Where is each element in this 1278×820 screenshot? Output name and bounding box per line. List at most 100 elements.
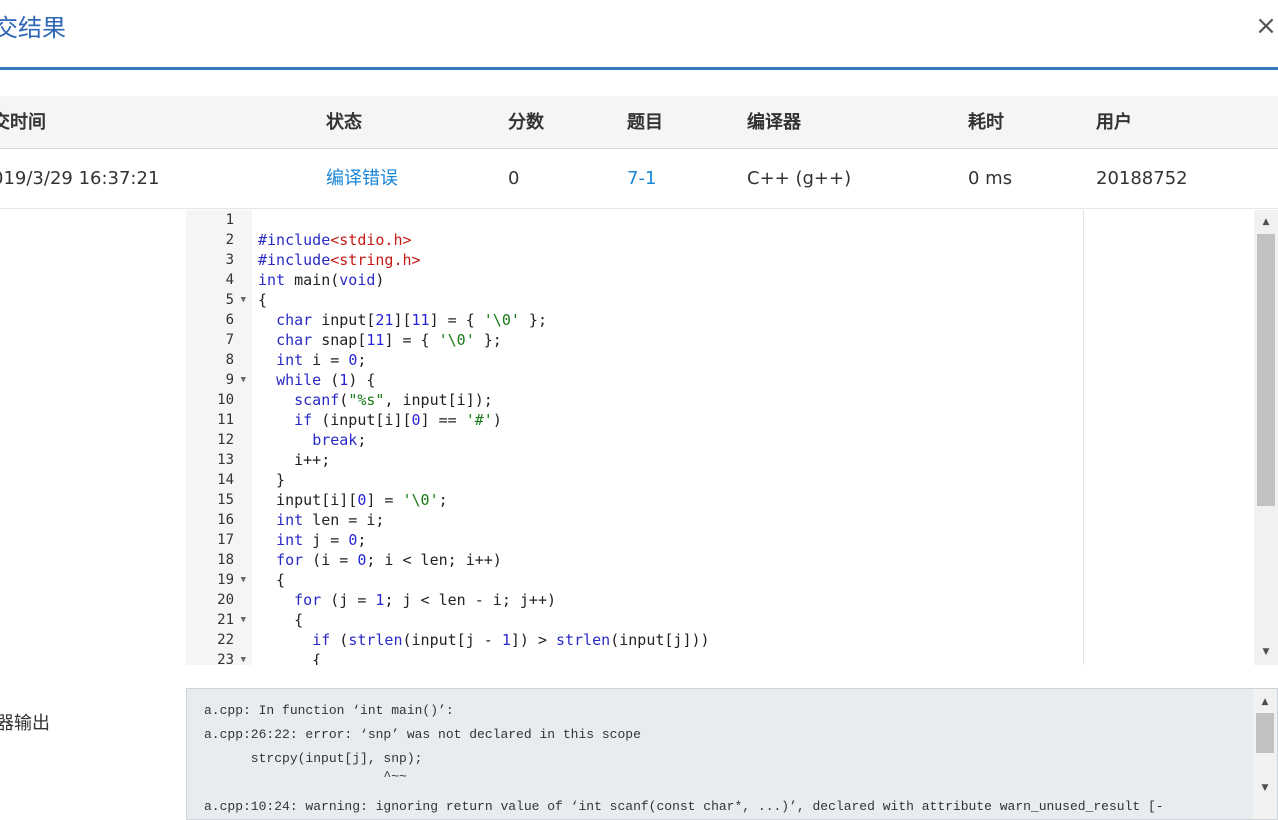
line-number-text: 1 xyxy=(225,212,234,228)
score: 0 xyxy=(508,168,520,189)
code-line: if (input[i][0] == '#') xyxy=(294,411,502,429)
scroll-down-icon[interactable]: ▼ xyxy=(1259,645,1273,659)
code-editor[interactable]: 1 2 3 4 5 ▼ 6 7 8 9 ▼ 10 11 12 13 14 15 16 17 18 19 ▼ 20 21 ▼ 22 2… xyxy=(186,210,1278,665)
output-scroll-up-icon[interactable]: ▲ xyxy=(1258,695,1272,709)
line-number-text: 6 xyxy=(225,312,234,328)
line-number: 3 xyxy=(186,250,252,270)
elapsed-time: 0 ms xyxy=(968,168,1013,189)
line-number: 21 ▼ xyxy=(186,610,252,630)
code-line: int len = i; xyxy=(276,511,385,529)
fold-arrow-icon[interactable]: ▼ xyxy=(241,370,246,390)
line-number-text: 12 xyxy=(217,432,234,448)
code-line: { xyxy=(258,571,286,589)
line-number: 11 xyxy=(186,410,252,430)
line-number: 18 xyxy=(186,550,252,570)
problem-link[interactable]: 7-1 xyxy=(627,149,656,209)
line-number-gutter: 1 2 3 4 5 ▼ 6 7 8 9 ▼ 10 11 12 13 14 15 16 17 18 19 ▼ 20 21 ▼ 22 2… xyxy=(186,210,252,665)
scroll-up-icon[interactable]: ▲ xyxy=(1259,215,1273,229)
fold-arrow-icon[interactable]: ▼ xyxy=(241,650,246,665)
header-elapsed: 耗时 xyxy=(968,112,1004,133)
code-line: scanf("%s", input[i]); xyxy=(294,391,493,409)
code-line: #include<stdio.h> xyxy=(258,231,412,249)
line-number-text: 15 xyxy=(217,492,234,508)
modal-title: 交结果 xyxy=(0,14,66,42)
code-line: #include<string.h> xyxy=(258,251,421,269)
line-number-text: 4 xyxy=(225,272,234,288)
header-submit-time: 交时间 xyxy=(0,112,46,133)
print-margin xyxy=(1083,210,1084,665)
line-number: 17 xyxy=(186,530,252,550)
code-line: int main(void) xyxy=(258,271,385,289)
line-number: 12 xyxy=(186,430,252,450)
code-line: i++; xyxy=(258,451,331,469)
line-number-text: 23 xyxy=(217,652,234,665)
user-id: 20188752 xyxy=(1096,168,1188,189)
code-line: if (strlen(input[j - 1]) > strlen(input[… xyxy=(312,631,710,649)
table-row: 019/3/29 16:37:21 编译错误 0 7-1 C++ (g++) 0… xyxy=(0,149,1278,209)
line-number-text: 10 xyxy=(217,392,234,408)
output-scroll-thumb[interactable] xyxy=(1256,713,1274,753)
modal-header: 交结果 × xyxy=(0,0,1278,70)
header-compiler: 编译器 xyxy=(747,112,801,133)
code-line: } xyxy=(258,471,286,489)
code-line: int j = 0; xyxy=(276,531,367,549)
line-number: 16 xyxy=(186,510,252,530)
line-number-text: 8 xyxy=(225,352,234,368)
line-number: 14 xyxy=(186,470,252,490)
line-number: 1 xyxy=(186,210,252,230)
output-line: a.cpp:10:24: warning: ignoring return va… xyxy=(204,799,1164,814)
line-number: 19 ▼ xyxy=(186,570,252,590)
fold-arrow-icon[interactable]: ▼ xyxy=(241,610,246,630)
line-number-text: 21 xyxy=(217,612,234,628)
line-number: 6 xyxy=(186,310,252,330)
line-number-text: 7 xyxy=(225,332,234,348)
status-link[interactable]: 编译错误 xyxy=(326,149,398,209)
output-scroll-down-icon[interactable]: ▼ xyxy=(1258,781,1272,795)
line-number: 8 xyxy=(186,350,252,370)
fold-arrow-icon[interactable]: ▼ xyxy=(241,290,246,310)
line-number: 4 xyxy=(186,270,252,290)
code-line: int i = 0; xyxy=(276,351,367,369)
line-number-text: 9 xyxy=(225,372,234,388)
output-line: ^~~ xyxy=(204,769,407,784)
code-scrollbar[interactable]: ▲ ▼ xyxy=(1254,210,1278,665)
code-line: for (i = 0; i < len; i++) xyxy=(276,551,502,569)
line-number: 7 xyxy=(186,330,252,350)
code-line: input[i][0] = '\0'; xyxy=(258,491,448,509)
fold-arrow-icon[interactable]: ▼ xyxy=(241,570,246,590)
line-number-text: 16 xyxy=(217,512,234,528)
code-line: while (1) { xyxy=(276,371,376,389)
line-number-text: 13 xyxy=(217,452,234,468)
line-number: 2 xyxy=(186,230,252,250)
output-line: a.cpp:26:22: error: ‘snp’ was not declar… xyxy=(204,727,641,742)
line-number-text: 11 xyxy=(217,412,234,428)
output-scrollbar[interactable]: ▲ ▼ xyxy=(1253,689,1277,819)
line-number-text: 3 xyxy=(225,252,234,268)
close-button[interactable]: × xyxy=(1254,8,1278,44)
line-number: 20 xyxy=(186,590,252,610)
code-line: char snap[11] = { '\0' }; xyxy=(276,331,502,349)
code-line: char input[21][11] = { '\0' }; xyxy=(276,311,547,329)
compiler-output-label: 器输出 xyxy=(0,713,50,734)
code-scroll-thumb[interactable] xyxy=(1257,234,1275,506)
line-number: 15 xyxy=(186,490,252,510)
line-number: 23 ▼ xyxy=(186,650,252,665)
compiler: C++ (g++) xyxy=(747,168,852,189)
code-line: for (j = 1; j < len - i; j++) xyxy=(294,591,557,609)
header-status: 状态 xyxy=(326,112,362,133)
line-number: 22 xyxy=(186,630,252,650)
line-number-text: 2 xyxy=(225,232,234,248)
compiler-output-box[interactable]: a.cpp: In function ‘int main()’: a.cpp:2… xyxy=(186,688,1278,820)
output-line: a.cpp: In function ‘int main()’: xyxy=(204,703,454,718)
line-number-text: 5 xyxy=(225,292,234,308)
code-line: { xyxy=(258,611,304,629)
line-number-text: 20 xyxy=(217,592,234,608)
line-number: 13 xyxy=(186,450,252,470)
line-number-text: 14 xyxy=(217,472,234,488)
code-line: break; xyxy=(312,431,367,449)
code-line: { xyxy=(258,291,268,309)
submit-time: 019/3/29 16:37:21 xyxy=(0,168,160,189)
line-number: 10 xyxy=(186,390,252,410)
header-score: 分数 xyxy=(508,112,544,133)
